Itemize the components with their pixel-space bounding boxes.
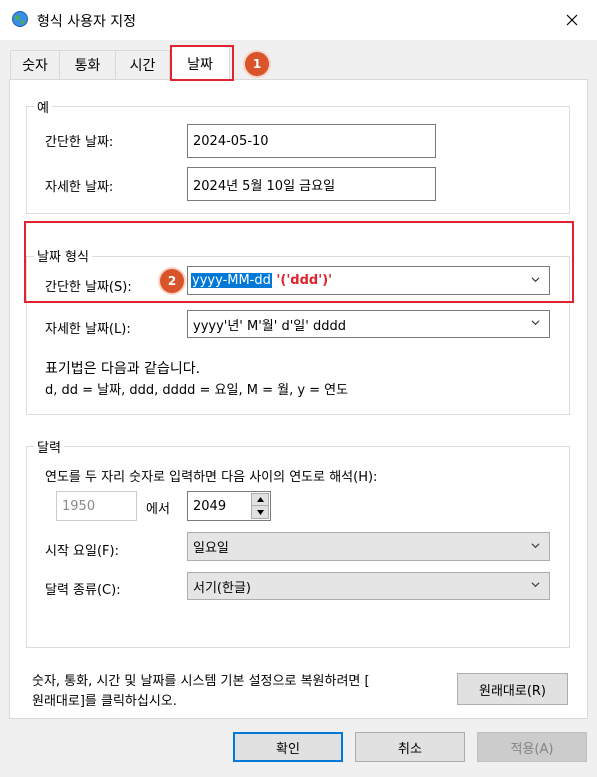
first-day-of-week-value: 일요일 bbox=[193, 541, 229, 556]
long-date-format-label: 자세한 날짜(L): bbox=[45, 322, 131, 337]
two-digit-year-label: 연도를 두 자리 숫자로 입력하면 다음 사이의 연도로 해석(H): bbox=[45, 470, 378, 485]
window-title: 형식 사용자 지정 bbox=[37, 14, 137, 30]
spin-down-button[interactable] bbox=[251, 506, 269, 519]
triangle-up-icon bbox=[256, 497, 264, 502]
tab-label: 시간 bbox=[129, 58, 156, 74]
tab-time[interactable]: 시간 bbox=[115, 50, 170, 79]
example-short-date-field: 2024-05-10 bbox=[187, 124, 436, 158]
two-digit-year-to-value: 2049 bbox=[193, 498, 227, 514]
apply-button[interactable]: 적용(A) bbox=[477, 732, 587, 762]
spin-up-button[interactable] bbox=[251, 493, 269, 506]
first-day-of-week-label: 시작 요일(F): bbox=[45, 544, 119, 559]
close-icon bbox=[566, 14, 578, 26]
chevron-down-icon[interactable] bbox=[531, 541, 540, 550]
calendar-group-title: 달력 bbox=[34, 437, 64, 456]
example-short-date-label: 간단한 날짜: bbox=[45, 135, 114, 150]
calendar-type-label: 달력 종류(C): bbox=[45, 583, 121, 598]
notation-description-line1: 표기법은 다음과 같습니다. bbox=[45, 361, 201, 377]
globe-icon bbox=[11, 10, 29, 28]
between-label: 에서 bbox=[146, 502, 170, 517]
example-long-date-label: 자세한 날짜: bbox=[45, 180, 114, 195]
highlight-box-tab bbox=[170, 45, 234, 81]
tab-label: 통화 bbox=[74, 58, 101, 74]
tab-number[interactable]: 숫자 bbox=[10, 50, 60, 79]
tab-label: 숫자 bbox=[22, 58, 48, 74]
two-digit-year-from-field: 1950 bbox=[56, 491, 137, 521]
tab-currency[interactable]: 통화 bbox=[59, 50, 116, 79]
reset-button[interactable]: 원래대로(R) bbox=[457, 673, 568, 705]
close-button[interactable] bbox=[556, 8, 588, 32]
chevron-down-icon[interactable] bbox=[531, 580, 540, 589]
step-badge-2: 2 bbox=[160, 269, 184, 293]
notation-description-line2: d, dd = 날짜, ddd, dddd = 요일, M = 월, y = 연… bbox=[45, 383, 349, 398]
triangle-down-icon bbox=[256, 509, 264, 515]
calendar-type-value: 서기(한글) bbox=[193, 580, 251, 596]
reset-description-line2: 원래대로]를 클릭하십시오. bbox=[32, 694, 177, 709]
calendar-type-combobox[interactable]: 서기(한글) bbox=[187, 572, 550, 600]
ok-button[interactable]: 확인 bbox=[233, 732, 343, 762]
year-spinner[interactable] bbox=[251, 493, 269, 519]
example-group-title: 예 bbox=[34, 97, 52, 116]
step-badge-1: 1 bbox=[245, 52, 269, 76]
first-day-of-week-combobox[interactable]: 일요일 bbox=[187, 532, 550, 561]
long-date-format-value: yyyy'년' M'월' d'일' dddd bbox=[193, 318, 346, 334]
chevron-down-icon[interactable] bbox=[531, 318, 540, 327]
long-date-format-combobox[interactable]: yyyy'년' M'월' d'일' dddd bbox=[187, 310, 550, 338]
reset-description-line1: 숫자, 통화, 시간 및 날짜를 시스템 기본 설정으로 복원하려면 [ bbox=[32, 674, 370, 689]
example-long-date-field: 2024년 5월 10일 금요일 bbox=[187, 167, 436, 201]
cancel-button[interactable]: 취소 bbox=[355, 732, 465, 762]
highlight-box-short-date bbox=[24, 221, 574, 303]
